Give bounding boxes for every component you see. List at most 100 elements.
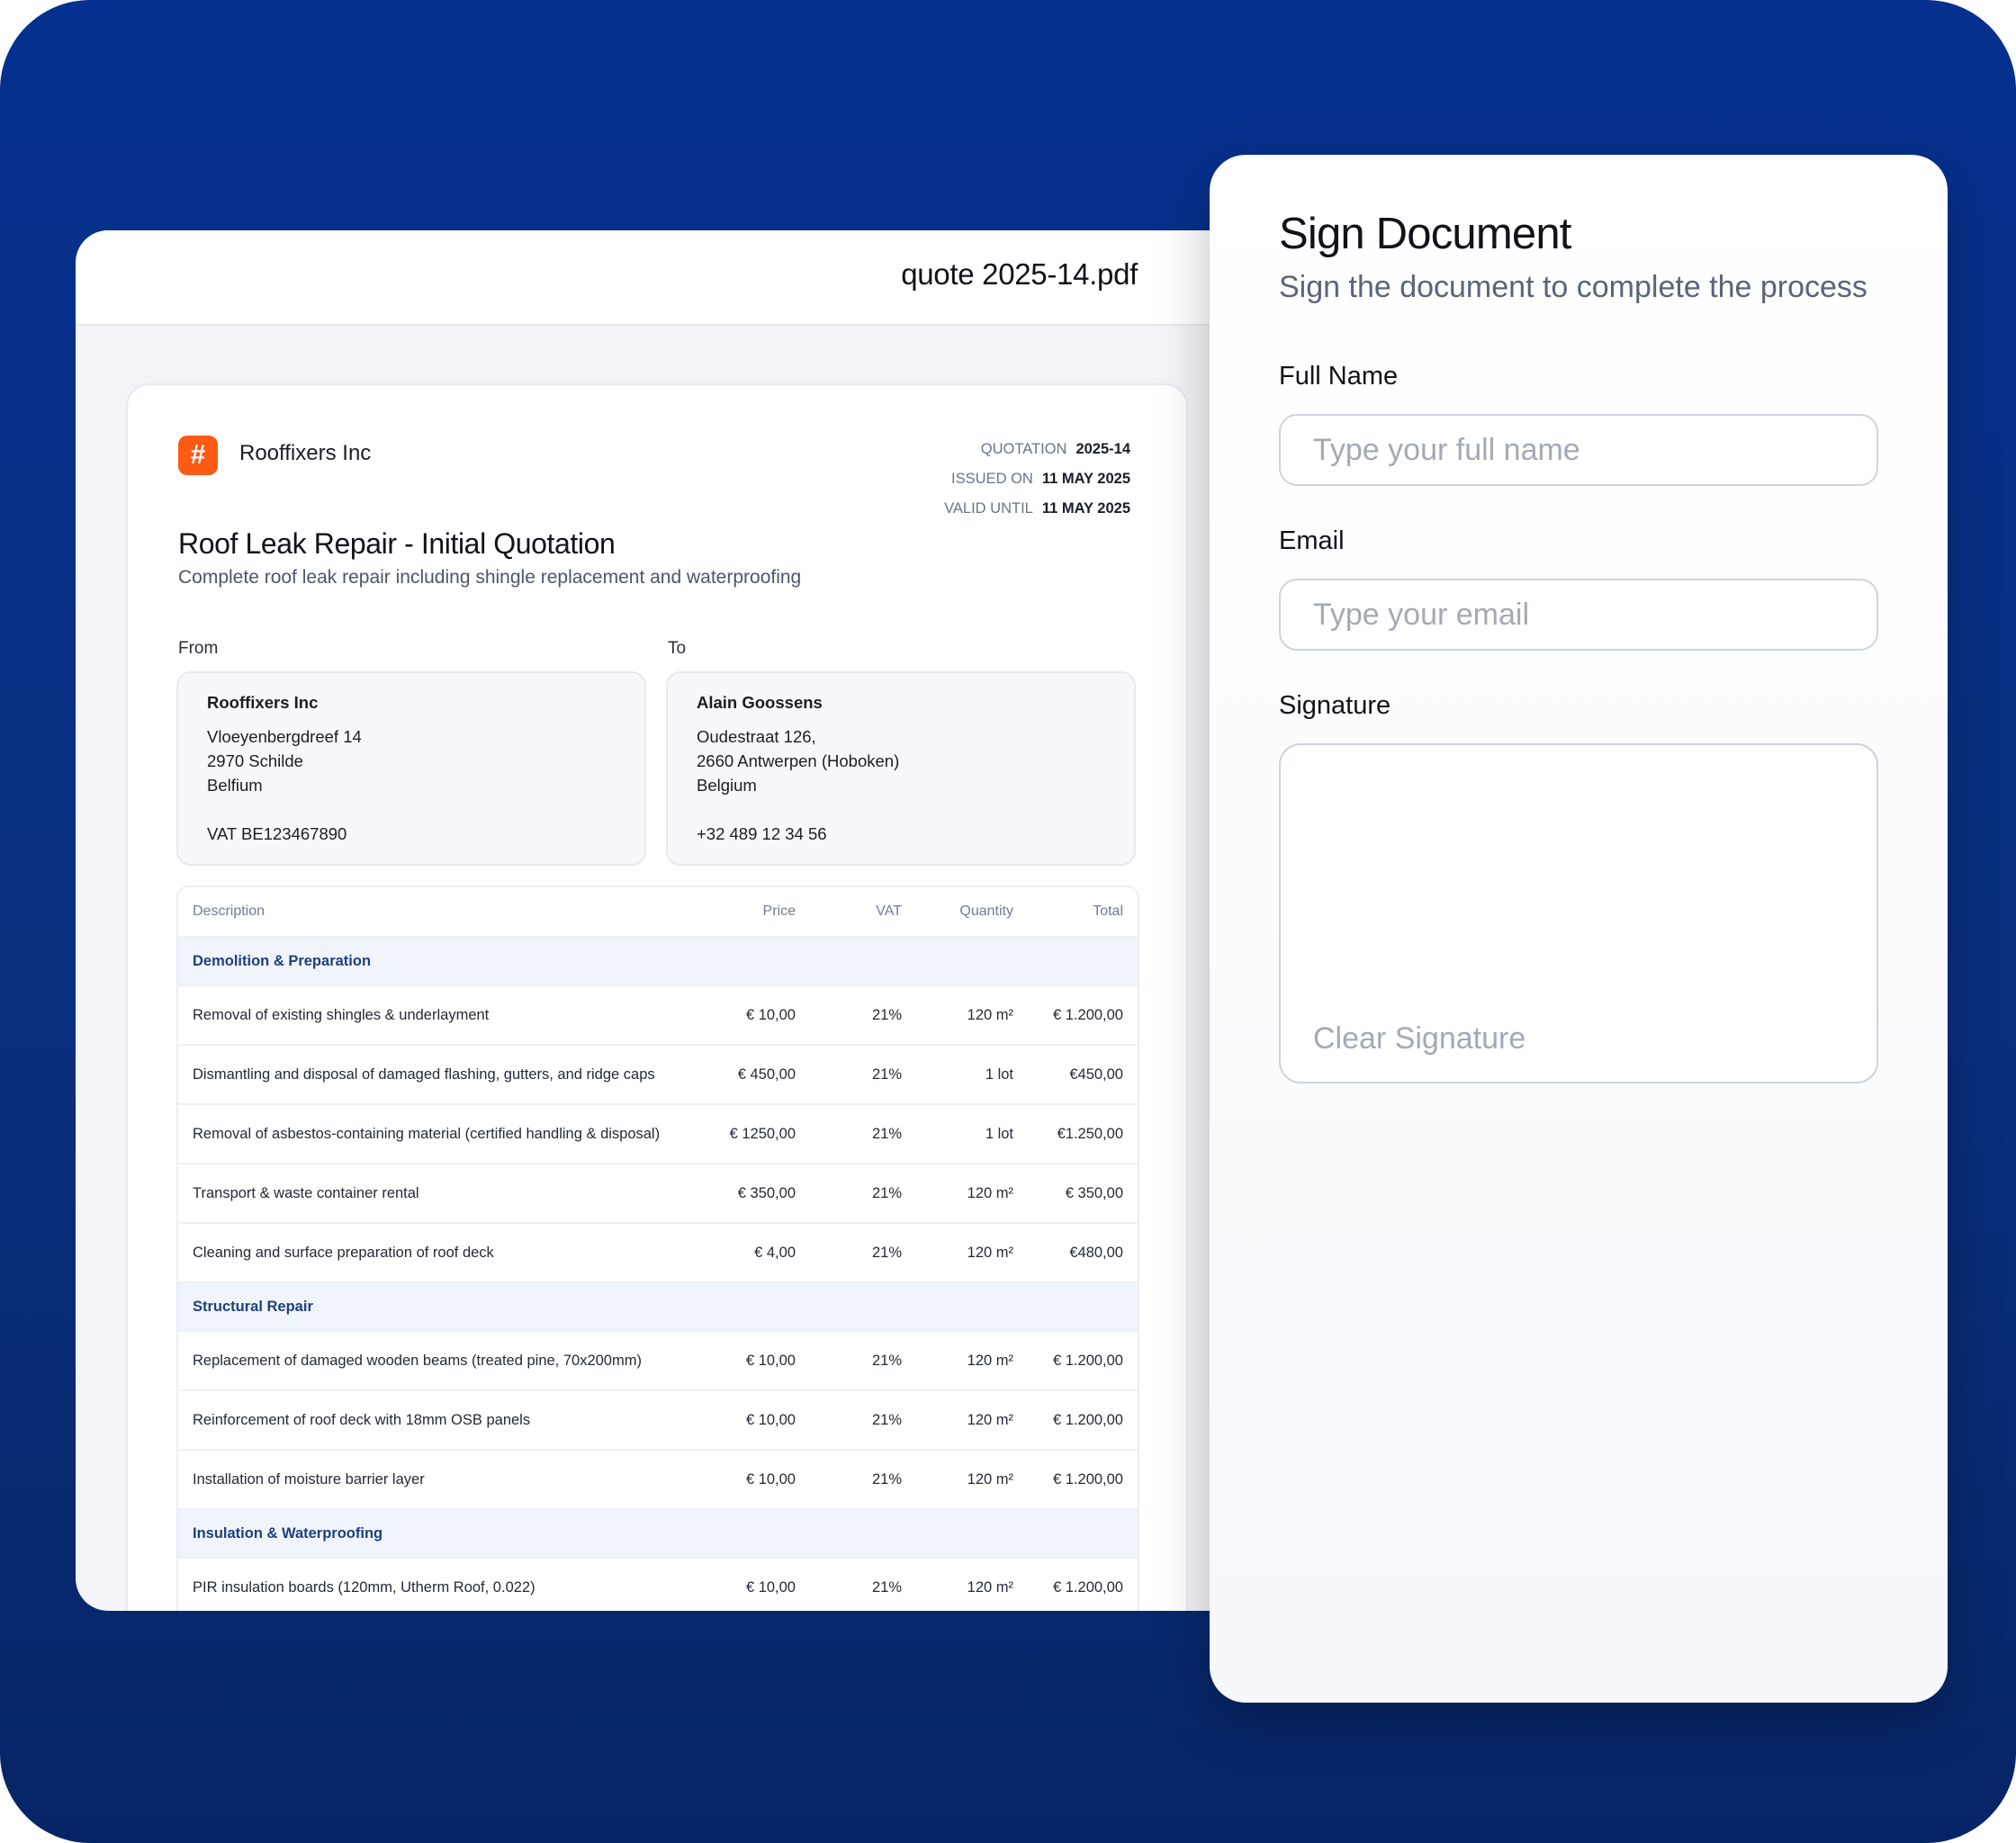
item-price: € 4,00: [754, 1244, 796, 1261]
item-vat: 21%: [871, 1244, 902, 1261]
item-vat: 21%: [871, 1470, 902, 1488]
item-total: €450,00: [1069, 1065, 1123, 1083]
from-name: Rooffixers Inc: [207, 693, 319, 712]
line-items-table: Description Price VAT Quantity Total Dem…: [176, 886, 1139, 1611]
item-vat: 21%: [871, 1125, 902, 1142]
item-total: €480,00: [1069, 1244, 1123, 1261]
item-total: € 1.200,00: [1053, 1411, 1123, 1428]
app-background: quote 2025-14.pdf # Rooffixers Inc QUOTA…: [0, 0, 2016, 1843]
to-address-line: Belgium: [697, 776, 757, 795]
to-name: Alain Goossens: [697, 693, 823, 712]
table-row: Transport & waste container rental € 350…: [178, 1164, 1138, 1224]
item-price: € 10,00: [745, 1006, 796, 1023]
to-address-card: Alain Goossens Oudestraat 126, 2660 Antw…: [666, 671, 1136, 866]
meta-value: 11 MAY 2025: [1041, 471, 1130, 487]
table-section-row: Demolition & Preparation: [178, 938, 1138, 986]
full-name-label: Full Name: [1279, 362, 1399, 391]
column-header-quantity: Quantity: [959, 904, 1013, 919]
table-row: PIR insulation boards (120mm, Utherm Roo…: [178, 1559, 1138, 1611]
meta-value: 2025-14: [1076, 441, 1130, 457]
item-total: €1.250,00: [1057, 1125, 1123, 1142]
item-price: € 10,00: [745, 1578, 796, 1596]
from-address-card: Rooffixers Inc Vloeyenbergdreef 14 2970 …: [176, 671, 646, 866]
panel-subtitle: Sign the document to complete the proces…: [1279, 270, 1868, 304]
from-address-line: Vloeyenbergdreef 14: [207, 727, 362, 746]
column-header-vat: VAT: [876, 904, 902, 919]
column-header-description: Description: [193, 904, 266, 919]
item-total: € 350,00: [1065, 1184, 1123, 1201]
table-row: Reinforcement of roof deck with 18mm OSB…: [178, 1391, 1138, 1451]
item-quantity: 120 m²: [967, 1184, 1013, 1201]
sign-document-panel: Sign Document Sign the document to compl…: [1210, 155, 1948, 1703]
item-vat: 21%: [871, 1006, 902, 1023]
meta-issued-on: ISSUED ON 11 MAY 2025: [944, 469, 1130, 499]
item-description: Replacement of damaged wooden beams (tre…: [193, 1352, 642, 1369]
item-price: € 1250,00: [729, 1125, 796, 1142]
item-price: € 10,00: [745, 1411, 796, 1428]
item-total: € 1.200,00: [1053, 1006, 1123, 1023]
item-vat: 21%: [871, 1352, 902, 1369]
table-row: Cleaning and surface preparation of roof…: [178, 1224, 1138, 1283]
table-row: Removal of asbestos-containing material …: [178, 1105, 1138, 1164]
to-label: To: [668, 639, 687, 658]
email-input[interactable]: [1279, 579, 1878, 651]
quotation-page: # Rooffixers Inc QUOTATION 2025-14 ISSUED…: [126, 383, 1188, 1611]
meta-valid-until: VALID UNTIL 11 MAY 2025: [944, 499, 1130, 528]
item-description: Installation of moisture barrier layer: [193, 1470, 425, 1488]
item-description: Transport & waste container rental: [193, 1184, 419, 1201]
item-description: PIR insulation boards (120mm, Utherm Roo…: [193, 1578, 536, 1596]
company-name: Rooffixers Inc: [239, 441, 372, 465]
item-price: € 10,00: [745, 1352, 796, 1369]
item-quantity: 1 lot: [985, 1065, 1013, 1083]
panel-title: Sign Document: [1279, 210, 1571, 258]
item-vat: 21%: [871, 1578, 902, 1596]
item-quantity: 120 m²: [967, 1244, 1013, 1261]
company-logo-icon: #: [178, 436, 218, 475]
table-row: Replacement of damaged wooden beams (tre…: [178, 1332, 1138, 1391]
meta-quotation: QUOTATION 2025-14: [944, 439, 1130, 469]
meta-label: VALID UNTIL: [944, 500, 1033, 517]
item-quantity: 120 m²: [967, 1470, 1013, 1488]
item-description: Reinforcement of roof deck with 18mm OSB…: [193, 1411, 531, 1428]
section-title: Demolition & Preparation: [193, 952, 372, 969]
item-quantity: 120 m²: [967, 1006, 1013, 1023]
item-total: € 1.200,00: [1053, 1470, 1123, 1488]
table-row: Removal of existing shingles & underlaym…: [178, 986, 1138, 1046]
section-title: Structural Repair: [193, 1298, 313, 1315]
quotation-subtitle: Complete roof leak repair including shin…: [178, 567, 802, 588]
item-quantity: 120 m²: [967, 1578, 1013, 1596]
table-section-row: Structural Repair: [178, 1283, 1138, 1332]
section-title: Insulation & Waterproofing: [193, 1524, 383, 1542]
item-vat: 21%: [871, 1184, 902, 1201]
column-header-total: Total: [1093, 904, 1123, 919]
meta-label: QUOTATION: [980, 441, 1067, 457]
viewer-header: quote 2025-14.pdf: [76, 230, 1246, 326]
item-vat: 21%: [871, 1411, 902, 1428]
item-description: Removal of existing shingles & underlaym…: [193, 1006, 490, 1023]
document-viewer: quote 2025-14.pdf # Rooffixers Inc QUOTA…: [76, 230, 1246, 1611]
full-name-input[interactable]: [1279, 414, 1878, 486]
meta-value: 11 MAY 2025: [1041, 500, 1130, 517]
from-label: From: [178, 639, 219, 658]
item-vat: 21%: [871, 1065, 902, 1083]
email-label: Email: [1279, 526, 1345, 555]
item-quantity: 120 m²: [967, 1352, 1013, 1369]
table-header-row: Description Price VAT Quantity Total: [178, 887, 1138, 938]
item-description: Dismantling and disposal of damaged flas…: [193, 1065, 655, 1083]
item-description: Cleaning and surface preparation of roof…: [193, 1244, 494, 1261]
table-row: Dismantling and disposal of damaged flas…: [178, 1046, 1138, 1105]
item-quantity: 120 m²: [967, 1411, 1013, 1428]
to-phone: +32 489 12 34 56: [697, 824, 827, 843]
quotation-meta: QUOTATION 2025-14 ISSUED ON 11 MAY 2025 VA…: [944, 439, 1130, 528]
signature-pad[interactable]: Clear Signature: [1279, 743, 1878, 1083]
to-address-line: 2660 Antwerpen (Hoboken): [697, 751, 900, 770]
clear-signature-button[interactable]: Clear Signature: [1313, 1021, 1526, 1056]
from-address-line: 2970 Schilde: [207, 751, 303, 770]
from-address-line: Belfium: [207, 776, 263, 795]
from-vat-number: VAT BE123467890: [207, 824, 347, 843]
quotation-title: Roof Leak Repair - Initial Quotation: [178, 527, 616, 560]
item-price: € 350,00: [737, 1184, 796, 1201]
file-name: quote 2025-14.pdf: [901, 257, 1138, 291]
item-quantity: 1 lot: [985, 1125, 1013, 1142]
column-header-price: Price: [762, 904, 796, 919]
